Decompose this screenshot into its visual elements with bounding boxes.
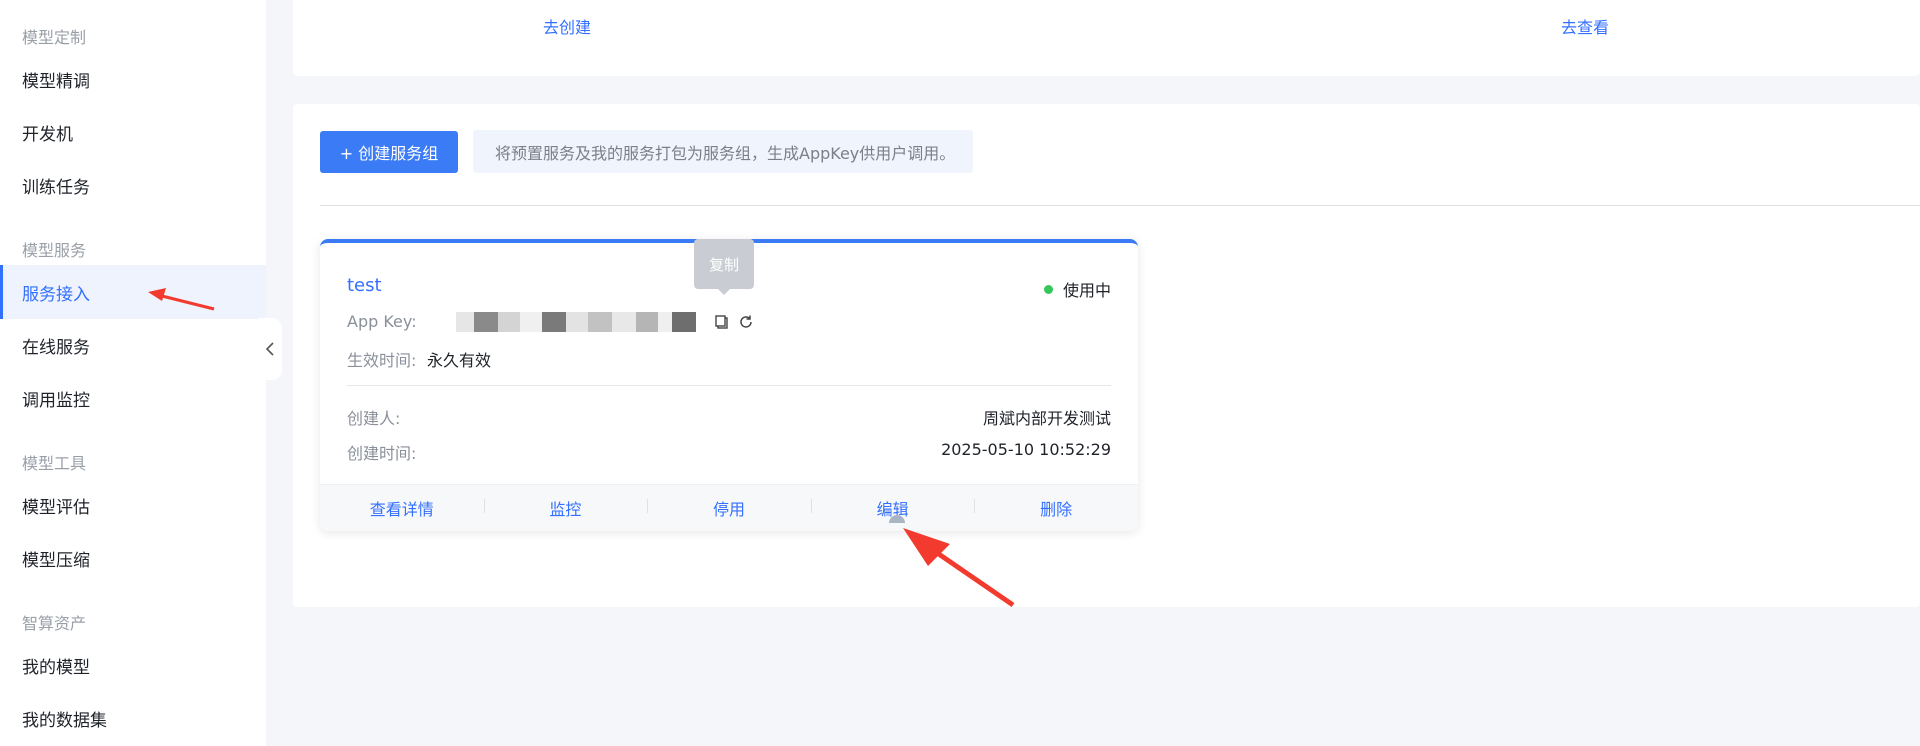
sidebar-item-label: 模型精调	[22, 71, 90, 92]
app-key-actions	[714, 314, 754, 330]
sidebar-item-dev-machine[interactable]: 开发机	[0, 105, 266, 159]
created-time-label: 创建时间:	[347, 444, 417, 463]
app-key-label: App Key:	[347, 312, 417, 331]
sidebar-item-label: 训练任务	[22, 177, 90, 198]
hint-text: 将预置服务及我的服务打包为服务组，生成AppKey供用户调用。	[495, 143, 956, 163]
creator-value: 周斌内部开发测试	[982, 409, 1111, 428]
delete-button[interactable]: 删除	[974, 496, 1138, 520]
valid-time-label: 生效时间:	[347, 351, 417, 370]
main-card: + 创建服务组 将预置服务及我的服务打包为服务组，生成AppKey供用户调用。 …	[293, 104, 1920, 607]
create-link[interactable]: 去创建	[543, 14, 591, 38]
card-divider	[347, 385, 1111, 386]
sidebar-item-online-service[interactable]: 在线服务	[0, 318, 266, 372]
creator-label: 创建人:	[347, 409, 401, 428]
group-title-compute-assets: 智算资产	[22, 614, 87, 633]
disable-button[interactable]: 停用	[647, 496, 811, 520]
group-title-model-tools: 模型工具	[22, 454, 87, 473]
status-badge: 使用中	[1043, 277, 1111, 301]
service-group-name[interactable]: test	[347, 275, 382, 296]
sidebar-item-label: 调用监控	[22, 390, 90, 411]
group-title-model-custom: 模型定制	[22, 28, 87, 47]
sidebar-item-model-eval[interactable]: 模型评估	[0, 478, 266, 532]
valid-time-value: 永久有效	[427, 351, 492, 370]
sidebar-item-label: 在线服务	[22, 337, 90, 358]
tooltip-text: 复制	[708, 255, 739, 274]
sidebar-item-label: 开发机	[22, 124, 73, 145]
view-link[interactable]: 去查看	[1561, 14, 1609, 38]
sidebar: 模型定制 模型精调 开发机 训练任务 模型服务 服务接入 在线服务 调用监控 模…	[0, 0, 266, 746]
sidebar-item-label: 服务接入	[22, 284, 90, 305]
sidebar-item-my-datasets[interactable]: 我的数据集	[0, 691, 266, 745]
hint-banner: 将预置服务及我的服务打包为服务组，生成AppKey供用户调用。	[473, 130, 973, 173]
sidebar-item-service-access[interactable]: 服务接入	[0, 265, 266, 319]
top-card: 去创建 去查看	[293, 0, 1920, 76]
create-service-group-button[interactable]: + 创建服务组	[320, 131, 458, 173]
divider	[320, 205, 1920, 206]
chevron-left-icon	[265, 342, 274, 356]
sidebar-collapse-button[interactable]	[258, 318, 282, 380]
sidebar-item-label: 模型压缩	[22, 550, 90, 571]
group-title-model-service: 模型服务	[22, 241, 87, 260]
sidebar-item-my-models[interactable]: 我的模型	[0, 638, 266, 692]
sidebar-item-fine-tune[interactable]: 模型精调	[0, 52, 266, 106]
service-group-card[interactable]: test 使用中 复制 App Key: 生效时间: 永久有效 创建人: 周斌内…	[320, 239, 1138, 531]
status-dot-icon	[1043, 284, 1053, 294]
sidebar-item-label: 我的数据集	[22, 710, 107, 731]
card-actions: 查看详情 监控 停用 编辑 删除	[320, 484, 1138, 531]
sidebar-item-label: 我的模型	[22, 657, 90, 678]
sidebar-item-label: 模型评估	[22, 497, 90, 518]
copy-tooltip: 复制	[694, 239, 754, 295]
monitor-button[interactable]: 监控	[483, 496, 648, 520]
sidebar-item-call-monitor[interactable]: 调用监控	[0, 371, 266, 425]
copy-icon[interactable]	[714, 314, 730, 330]
sidebar-item-training-tasks[interactable]: 训练任务	[0, 158, 266, 212]
status-text: 使用中	[1062, 281, 1111, 300]
view-details-button[interactable]: 查看详情	[320, 496, 484, 520]
app-key-value-masked	[456, 312, 696, 332]
created-time-value: 2025-05-10 10:52:29	[941, 440, 1111, 459]
sidebar-item-model-compress[interactable]: 模型压缩	[0, 531, 266, 585]
refresh-icon[interactable]	[738, 314, 754, 330]
